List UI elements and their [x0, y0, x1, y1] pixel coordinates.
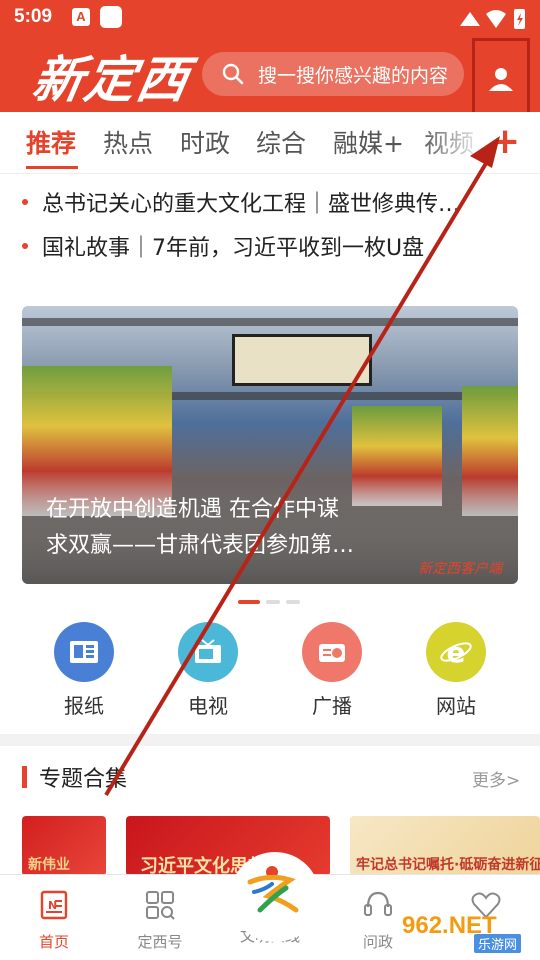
- system-status-icons: [460, 9, 525, 29]
- status-bar: 5:09 A: [0, 0, 540, 38]
- app-logo: 新定西: [28, 50, 195, 109]
- wifi-icon: [486, 10, 506, 28]
- carousel-dot: [286, 600, 300, 604]
- entry-website[interactable]: e 网站: [416, 622, 496, 719]
- topics-section-title: 专题合集: [22, 762, 127, 792]
- search-bar[interactable]: 搜一搜你感兴趣的内容: [202, 52, 464, 96]
- ie-icon: e: [426, 622, 486, 682]
- nav-home[interactable]: N 首页: [14, 889, 94, 952]
- grid-search-icon: [146, 891, 175, 920]
- section-divider: [0, 734, 540, 746]
- topics-more-link[interactable]: 更多>: [472, 766, 520, 791]
- radio-icon: [302, 622, 362, 682]
- notification-a-icon: A: [72, 8, 90, 26]
- banner-watermark: 新定西客户端: [418, 561, 502, 577]
- entry-radio[interactable]: 广播: [292, 622, 372, 719]
- headline-item[interactable]: 总书记关心的重大文化工程｜盛世修典传…: [22, 186, 522, 218]
- civilization-logo-icon: [247, 866, 299, 913]
- bullet-dot: [22, 243, 28, 249]
- headline-text: 总书记关心的重大文化工程｜盛世修典传…: [42, 192, 461, 217]
- tab-recommend[interactable]: 推荐: [26, 124, 76, 160]
- tv-icon: [178, 622, 238, 682]
- entry-tv[interactable]: 电视: [168, 622, 248, 719]
- entry-label: 报纸: [64, 694, 104, 718]
- user-profile-button[interactable]: [472, 38, 530, 120]
- carousel-dot: [266, 600, 280, 604]
- banner-caption-line2: 求双赢——甘肃代表团参加第…: [46, 533, 355, 558]
- carousel-dot-active: [238, 600, 260, 604]
- status-time: 5:09: [14, 6, 53, 27]
- site-watermark: 962.NET 乐游网: [402, 912, 534, 953]
- question-icon: [364, 891, 392, 916]
- entry-label: 广播: [312, 694, 352, 718]
- channel-tabs: 推荐 热点 时政 综合 融媒+ 视频: [0, 112, 540, 174]
- carousel-banner[interactable]: 在开放中创造机遇 在合作中谋 求双赢——甘肃代表团参加第… 新定西客户端: [22, 306, 518, 584]
- active-tab-indicator: [26, 166, 78, 169]
- nav-label: 定西号: [137, 933, 183, 951]
- tab-general[interactable]: 综合: [256, 124, 306, 160]
- truss-beam: [22, 318, 518, 326]
- home-doc-icon: N: [40, 890, 68, 920]
- app-header: 5:09 A 新定西 搜一搜你感兴趣的内容: [0, 0, 540, 120]
- add-channel-plus-icon[interactable]: +: [490, 122, 520, 162]
- signal-icon: [460, 12, 480, 26]
- headline-text: 国礼故事｜7年前，习近平收到一枚U盘: [42, 236, 425, 261]
- topic-card-text: 新伟业: [28, 857, 70, 873]
- banner-caption-line1: 在开放中创造机遇 在合作中谋: [46, 497, 339, 522]
- entry-label: 电视: [188, 694, 228, 718]
- tab-media[interactable]: 融媒+: [333, 124, 404, 160]
- search-placeholder: 搜一搜你感兴趣的内容: [258, 64, 449, 87]
- display-screen: [232, 334, 372, 386]
- entry-label: 网站: [436, 694, 476, 718]
- tab-politics[interactable]: 时政: [180, 124, 230, 160]
- nav-label: 首页: [38, 933, 69, 951]
- tab-fade: [420, 112, 540, 173]
- user-icon: [489, 68, 513, 91]
- notification-square-icon: [100, 6, 122, 28]
- nav-dingxi-hao[interactable]: 定西号: [120, 889, 200, 952]
- svg-text:e: e: [447, 637, 466, 667]
- bullet-dot: [22, 199, 28, 205]
- carousel-indicator: [238, 600, 300, 604]
- search-icon: [222, 63, 244, 85]
- headline-item[interactable]: 国礼故事｜7年前，习近平收到一枚U盘: [22, 230, 522, 262]
- topic-card[interactable]: 牢记总书记嘱托·砥砺奋进新征: [350, 816, 540, 876]
- topic-card-text: 牢记总书记嘱托·砥砺奋进新征: [356, 857, 540, 873]
- civilization-logo-button[interactable]: [230, 852, 320, 942]
- banner-caption: 在开放中创造机遇 在合作中谋 求双赢——甘肃代表团参加第…: [46, 492, 406, 564]
- entry-newspaper[interactable]: 报纸: [44, 622, 124, 719]
- topics-title: 专题合集: [39, 767, 128, 792]
- topic-card[interactable]: 新伟业: [22, 816, 106, 876]
- watermark-sub: 乐游网: [474, 934, 522, 953]
- title-accent-bar: [22, 766, 27, 788]
- newspaper-icon: [54, 622, 114, 682]
- tab-hot[interactable]: 热点: [103, 124, 153, 160]
